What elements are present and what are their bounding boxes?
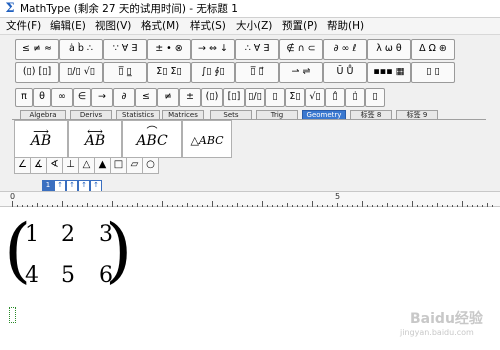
- parallelogram-button[interactable]: ▱: [126, 157, 143, 174]
- window-title: MathType (剩余 27 天的试用时间) - 无标题 1: [20, 3, 238, 15]
- palette-integrals[interactable]: ∫▯ ∮▯: [191, 62, 235, 83]
- palette-bars[interactable]: ▯̅ ▯⃗: [235, 62, 279, 83]
- menu-format[interactable]: 格式(M): [141, 18, 179, 35]
- template-arc-abc[interactable]: ⌒ ABC: [122, 120, 182, 158]
- dot-button[interactable]: ▯̇: [345, 88, 365, 107]
- partial-button[interactable]: ∂: [113, 88, 135, 107]
- template-vector-ab[interactable]: ⟶ AB: [14, 120, 68, 158]
- template-triangle-abc[interactable]: △ABC: [182, 120, 232, 158]
- ruler-label-5: 5: [335, 192, 341, 201]
- palette-spaces[interactable]: ȧ b̀ ∴: [59, 39, 103, 60]
- subscript-button[interactable]: ▯: [265, 88, 285, 107]
- menu-prefs[interactable]: 预置(P): [282, 18, 318, 35]
- ruler[interactable]: 0 5: [0, 191, 500, 207]
- palette-sums[interactable]: Σ▯ Σ▯: [147, 62, 191, 83]
- circle-button[interactable]: ○: [142, 157, 159, 174]
- palette-products[interactable]: Ū Ů: [323, 62, 367, 83]
- angle-button[interactable]: ∠: [14, 157, 31, 174]
- plus-minus-button[interactable]: ±: [179, 88, 201, 107]
- matrix-cell[interactable]: 5: [58, 264, 78, 288]
- palette-fences[interactable]: (▯) [▯]: [15, 62, 59, 83]
- watermark-url: jingyan.baidu.com: [400, 328, 474, 337]
- palette-boxes[interactable]: ▯ ▯: [411, 62, 455, 83]
- palette-arrows[interactable]: → ⇔ ↓: [191, 39, 235, 60]
- palette-matrices[interactable]: ▪▪▪ ▦: [367, 62, 411, 83]
- palette-logic[interactable]: ∴ ∀ ∃: [235, 39, 279, 60]
- palette-greek-upper[interactable]: Δ Ω ⊛: [411, 39, 455, 60]
- filled-triangle-button[interactable]: ▲: [94, 157, 111, 174]
- matrix-cell[interactable]: 1: [22, 223, 42, 247]
- matrix-cell[interactable]: 3: [96, 223, 116, 247]
- palette-fractions[interactable]: ▯/▯ √▯: [59, 62, 103, 83]
- insertion-point-slot[interactable]: [9, 307, 16, 323]
- theta-button[interactable]: θ: [33, 88, 51, 107]
- matrix-cell[interactable]: 6: [96, 264, 116, 288]
- double-arrow-icon: ⟷: [87, 125, 103, 138]
- leq-button[interactable]: ≤: [135, 88, 157, 107]
- perpendicular-button[interactable]: ⊥: [62, 157, 79, 174]
- menu-size[interactable]: 大小(Z): [236, 18, 272, 35]
- template-line-ab[interactable]: ⟷ AB: [68, 120, 122, 158]
- baidu-watermark: Baidu经验 jingyan.baidu.com: [398, 308, 498, 348]
- palette-scripts[interactable]: ▯̅ ▯̲: [103, 62, 147, 83]
- infinity-button[interactable]: ∞: [51, 88, 73, 107]
- sqrt-button[interactable]: √▯: [305, 88, 325, 107]
- triangle-button[interactable]: △: [78, 157, 95, 174]
- sum-button[interactable]: Σ▯: [285, 88, 305, 107]
- spherical-angle-button[interactable]: ∢: [46, 157, 63, 174]
- fraction-button[interactable]: ▯/▯: [245, 88, 265, 107]
- parens-button[interactable]: (▯): [201, 88, 223, 107]
- palette-sets[interactable]: ∉ ∩ ⊂: [279, 39, 323, 60]
- menu-edit[interactable]: 编辑(E): [50, 18, 86, 35]
- matrix-cell[interactable]: 2: [58, 223, 78, 247]
- ruler-label-0: 0: [10, 192, 16, 201]
- palette-operators[interactable]: ± • ⊗: [147, 39, 191, 60]
- watermark-logo-text: Baidu经验: [410, 311, 483, 327]
- palette-labeled-arrows[interactable]: ⇀ ⇌: [279, 62, 323, 83]
- box-button[interactable]: ▯: [365, 88, 385, 107]
- measured-angle-button[interactable]: ∡: [30, 157, 47, 174]
- arc-icon: ⌒: [146, 125, 158, 138]
- brackets-button[interactable]: [▯]: [223, 88, 245, 107]
- menu-bar: 文件(F) 编辑(E) 视图(V) 格式(M) 样式(S) 大小(Z) 预置(P…: [0, 18, 500, 35]
- title-bar: Σ MathType (剩余 27 天的试用时间) - 无标题 1: [0, 0, 500, 18]
- square-button[interactable]: □: [110, 157, 127, 174]
- menu-view[interactable]: 视图(V): [95, 18, 131, 35]
- element-of-button[interactable]: ∈: [73, 88, 91, 107]
- menu-help[interactable]: 帮助(H): [327, 18, 364, 35]
- hat-button[interactable]: ▯̂: [325, 88, 345, 107]
- matrix-cell[interactable]: 4: [22, 264, 42, 288]
- right-arrow-button[interactable]: →: [91, 88, 113, 107]
- pi-button[interactable]: π: [15, 88, 33, 107]
- menu-style[interactable]: 样式(S): [190, 18, 226, 35]
- palette-embellish[interactable]: ∵ ∀ ∃: [103, 39, 147, 60]
- sigma-app-icon[interactable]: Σ: [3, 2, 17, 16]
- menu-file[interactable]: 文件(F): [6, 18, 41, 35]
- right-arrow-icon: ⟶: [33, 125, 49, 138]
- palette-misc[interactable]: ∂ ∞ ℓ: [323, 39, 367, 60]
- neq-button[interactable]: ≠: [157, 88, 179, 107]
- palette-greek-lower[interactable]: λ ω θ: [367, 39, 411, 60]
- palette-relations[interactable]: ≤ ≠ ≈: [15, 39, 59, 60]
- template-text: △ABC: [190, 134, 224, 147]
